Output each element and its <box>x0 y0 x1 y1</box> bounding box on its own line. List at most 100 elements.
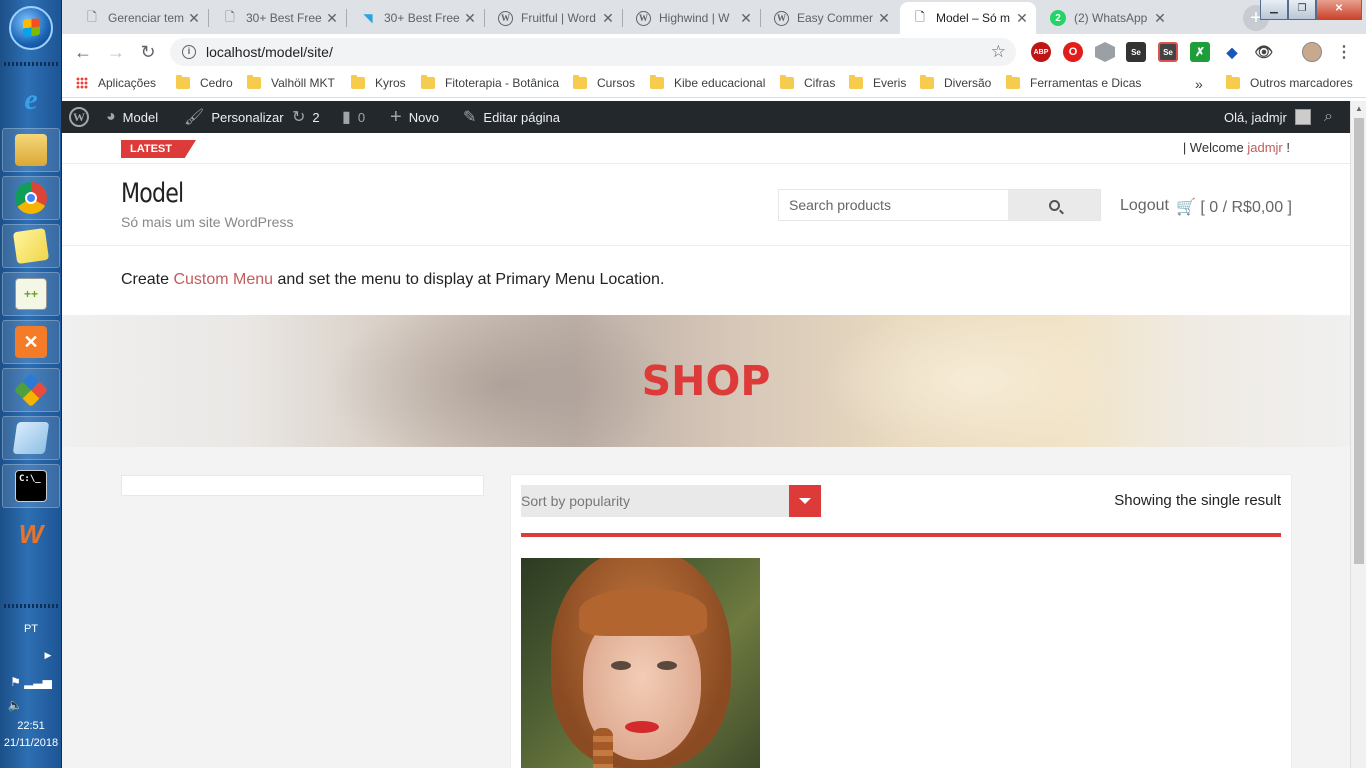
selenium-recorder-icon[interactable]: Se <box>1158 42 1178 62</box>
scroll-up-icon[interactable]: ▲ <box>1355 104 1363 113</box>
search-button[interactable] <box>1008 190 1100 220</box>
bookmark-folder-everis[interactable]: Everis <box>849 75 906 90</box>
result-count: Showing the single result <box>1114 492 1281 509</box>
admin-edit-page-link[interactable]: ✎ Editar página <box>463 101 560 133</box>
search-input[interactable] <box>779 190 1009 220</box>
admin-site-link[interactable]: ◕ Model <box>106 101 158 133</box>
sidebar-widget <box>121 475 484 496</box>
bookmark-label: Cifras <box>804 76 836 90</box>
network-icon[interactable]: ⚑ ▂▃▅ <box>0 675 62 689</box>
profile-avatar[interactable] <box>1302 42 1322 62</box>
forward-button[interactable]: → <box>103 39 129 65</box>
taskbar-grip <box>4 62 58 66</box>
bookmark-folder-kibe[interactable]: Kibe educacional <box>650 75 765 90</box>
bookmark-folder-fitoterapia[interactable]: Fitoterapia - Botânica <box>421 75 559 90</box>
bookmark-folder-other[interactable]: Outros marcadores <box>1226 75 1353 90</box>
shield-extension-icon[interactable] <box>1095 42 1115 62</box>
start-button[interactable] <box>9 6 53 50</box>
page-scrollbar[interactable]: ▲ <box>1350 101 1366 768</box>
logout-link[interactable]: Logout <box>1120 197 1169 215</box>
back-button[interactable]: ← <box>70 39 96 65</box>
reload-button[interactable]: ↻ <box>135 39 161 65</box>
git-icon[interactable] <box>2 368 60 412</box>
bookmark-folder-cursos[interactable]: Cursos <box>573 75 635 90</box>
sort-select[interactable]: Sort by popularity <box>521 485 821 517</box>
admin-updates-link[interactable]: ↻ 2 <box>292 101 320 133</box>
tab-best-free-1[interactable]: 🗋 30+ Best Free ✕ <box>210 2 346 34</box>
maximize-button[interactable]: ❐ <box>1288 0 1316 20</box>
product-image[interactable] <box>521 558 760 768</box>
admin-account-menu[interactable]: Olá, jadmjr <box>1224 101 1311 133</box>
close-icon[interactable]: ✕ <box>324 10 340 27</box>
diamond-extension-icon[interactable]: ◆ <box>1222 42 1242 62</box>
close-window-button[interactable]: ✕ <box>1316 0 1362 20</box>
cart-link[interactable]: 🛒 [ 0 / R$0,00 ] <box>1176 197 1292 217</box>
sticky-notes-icon[interactable] <box>2 224 60 268</box>
bookmarks-overflow-button[interactable]: » <box>1195 76 1203 92</box>
tab-model-active[interactable]: 🗋 Model – Só m ✕ <box>900 2 1036 34</box>
bookmark-folder-valholl[interactable]: Valhöll MKT <box>247 75 335 90</box>
close-icon[interactable]: ✕ <box>462 10 478 27</box>
notepad-icon[interactable] <box>2 416 60 460</box>
internet-explorer-icon[interactable]: e <box>2 78 60 122</box>
language-indicator[interactable]: PT <box>0 623 62 635</box>
dashboard-icon: ◕ <box>106 108 116 125</box>
tab-fruitful[interactable]: W Fruitful | Word ✕ <box>486 2 622 34</box>
excel-extension-icon[interactable]: ✗ <box>1190 42 1210 62</box>
close-icon[interactable]: ✕ <box>738 10 754 27</box>
address-bar[interactable]: i localhost/model/site/ ☆ <box>170 38 1016 66</box>
notepad-plus-plus-icon[interactable]: ++ <box>2 272 60 316</box>
admin-new-label: Novo <box>408 109 440 125</box>
admin-new-link[interactable]: + Novo <box>390 101 439 133</box>
browser-toolbar: ← → ↻ i localhost/model/site/ ☆ ABP O Se… <box>62 34 1366 70</box>
clock-time[interactable]: 22:51 <box>0 720 62 732</box>
bookmark-folder-kyros[interactable]: Kyros <box>351 75 406 90</box>
windows-taskbar: e ++ ✕ C:\_ W PT ▶ ⚑ ▂▃▅ 🔈 22:51 21/11/2… <box>0 0 62 768</box>
chrome-icon[interactable] <box>2 176 60 220</box>
welcome-user-link[interactable]: jadmjr <box>1247 140 1282 155</box>
bookmark-apps[interactable]: Aplicações <box>76 76 156 90</box>
scrollbar-thumb[interactable] <box>1354 118 1364 564</box>
bookmark-folder-diversao[interactable]: Diversão <box>920 75 991 90</box>
minimize-button[interactable]: ▁ <box>1260 0 1288 20</box>
file-explorer-icon[interactable] <box>2 128 60 172</box>
menu-kebab-icon[interactable]: ⋮ <box>1334 42 1354 62</box>
selenium-ide-icon[interactable]: Se <box>1126 42 1146 62</box>
admin-edit-label: Editar página <box>483 109 561 125</box>
avatar <box>1294 109 1311 125</box>
adblock-plus-icon[interactable]: ABP <box>1031 42 1051 62</box>
chevron-down-icon[interactable] <box>789 485 821 517</box>
product-search <box>778 189 1101 221</box>
volume-icon[interactable]: 🔈 <box>0 698 46 712</box>
tab-best-free-2[interactable]: ◥ 30+ Best Free ✕ <box>348 2 484 34</box>
site-title[interactable]: Model <box>121 178 184 209</box>
admin-search-icon[interactable]: ⌕ <box>1324 101 1333 133</box>
tab-highwind[interactable]: W Highwind | W ✕ <box>624 2 760 34</box>
custom-menu-link[interactable]: Custom Menu <box>173 271 273 288</box>
bookmark-folder-ferramentas[interactable]: Ferramentas e Dicas <box>1006 75 1141 90</box>
bookmark-folder-cedro[interactable]: Cedro <box>176 75 233 90</box>
bookmark-star-icon[interactable]: ☆ <box>991 42 1006 62</box>
winamp-icon[interactable]: W <box>2 512 60 556</box>
eye-extension-icon[interactable]: 👁 <box>1254 42 1274 62</box>
tab-gerenciar[interactable]: 🗋 Gerenciar tem ✕ <box>72 2 208 34</box>
bookmarks-bar: Aplicações Cedro Valhöll MKT Kyros Fitot… <box>62 70 1366 98</box>
info-icon[interactable]: i <box>182 45 196 59</box>
clock-date[interactable]: 21/11/2018 <box>0 737 62 749</box>
admin-customize-link[interactable]: 🖌 Personalizar <box>184 101 284 133</box>
tab-whatsapp[interactable]: 2 (2) WhatsApp ✕ <box>1038 2 1174 34</box>
close-icon[interactable]: ✕ <box>876 10 892 27</box>
close-icon[interactable]: ✕ <box>186 10 202 27</box>
close-icon[interactable]: ✕ <box>1152 10 1168 27</box>
command-prompt-icon[interactable]: C:\_ <box>2 464 60 508</box>
folder-icon <box>351 75 365 89</box>
folder-icon <box>849 75 863 89</box>
close-icon[interactable]: ✕ <box>600 10 616 27</box>
close-icon[interactable]: ✕ <box>1014 10 1030 27</box>
wp-menu[interactable]: W <box>69 101 89 133</box>
opera-vpn-icon[interactable]: O <box>1063 42 1083 62</box>
admin-comments-link[interactable]: ▮ 0 <box>342 101 365 133</box>
tab-easy-commerce[interactable]: W Easy Commer ✕ <box>762 2 898 34</box>
xampp-icon[interactable]: ✕ <box>2 320 60 364</box>
bookmark-folder-cifras[interactable]: Cifras <box>780 75 836 90</box>
